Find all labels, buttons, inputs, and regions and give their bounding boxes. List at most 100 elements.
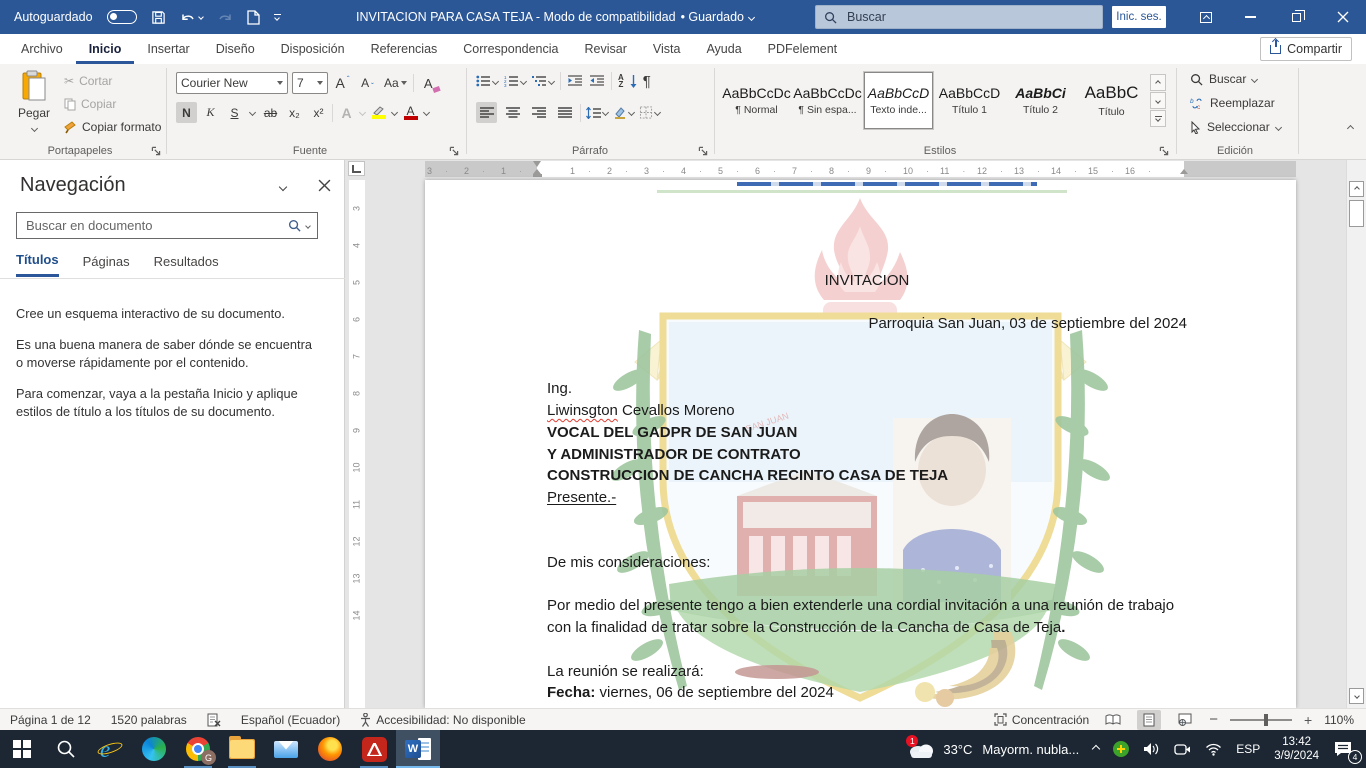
zoom-in-button[interactable]: +: [1304, 712, 1312, 728]
titlebar-search[interactable]: [815, 5, 1103, 29]
nav-tab-paginas[interactable]: Páginas: [83, 254, 130, 276]
title-chevron-icon[interactable]: [748, 13, 755, 20]
right-indent-marker[interactable]: [1180, 169, 1188, 174]
tab-insertar[interactable]: Insertar: [134, 34, 202, 64]
font-color-button[interactable]: A: [400, 102, 421, 123]
autosave-toggle[interactable]: [107, 10, 137, 24]
notification-center-button[interactable]: 4: [1326, 730, 1366, 768]
word-taskbar-button[interactable]: W: [396, 730, 440, 768]
vertical-scrollbar[interactable]: [1346, 160, 1366, 708]
underline-button[interactable]: S: [224, 102, 245, 123]
acrobat-button[interactable]: [352, 730, 396, 768]
borders-button[interactable]: [639, 106, 660, 119]
clear-formatting-button[interactable]: A: [418, 73, 439, 94]
format-painter-button[interactable]: Copiar formato: [64, 120, 161, 134]
nav-search-icon[interactable]: [288, 219, 301, 232]
focus-mode-button[interactable]: Concentración: [994, 713, 1089, 727]
align-center-button[interactable]: [502, 102, 523, 123]
vertical-ruler[interactable]: 34567891011121314: [349, 180, 365, 708]
zoom-out-button[interactable]: −: [1209, 711, 1218, 728]
horizontal-ruler[interactable]: 321 1234567891011121314151617: [425, 161, 1296, 177]
tray-volume-icon[interactable]: [1136, 730, 1167, 768]
style-normal[interactable]: AaBbCcDc¶ Normal: [722, 72, 791, 129]
word-count[interactable]: 1520 palabras: [111, 713, 187, 727]
close-button[interactable]: [1320, 0, 1366, 34]
style-titulo[interactable]: AaBbCTítulo: [1077, 72, 1146, 129]
change-case-button[interactable]: Aa: [382, 73, 409, 94]
tray-antivirus-icon[interactable]: [1106, 730, 1136, 768]
align-left-button[interactable]: [476, 102, 497, 123]
bullet-list-button[interactable]: [476, 75, 498, 87]
justify-button[interactable]: [554, 102, 575, 123]
styles-scroll-up[interactable]: [1150, 74, 1166, 91]
tab-vista[interactable]: Vista: [640, 34, 694, 64]
italic-button[interactable]: K: [200, 102, 221, 123]
decrease-indent-button[interactable]: [567, 75, 583, 87]
grow-font-button[interactable]: Aˆ: [332, 73, 353, 94]
paragraph-dialog-launcher[interactable]: [697, 145, 709, 157]
customize-qat-icon[interactable]: [274, 14, 281, 20]
edge-button[interactable]: [132, 730, 176, 768]
tab-archivo[interactable]: Archivo: [8, 34, 76, 64]
tray-show-hidden-icons[interactable]: [1086, 730, 1106, 768]
tray-meet-now-icon[interactable]: [1167, 730, 1198, 768]
nav-search-input[interactable]: [24, 217, 283, 234]
tab-diseno[interactable]: Diseño: [203, 34, 268, 64]
tab-disposicion[interactable]: Disposición: [268, 34, 358, 64]
start-button[interactable]: [0, 730, 44, 768]
styles-dialog-launcher[interactable]: [1158, 145, 1170, 157]
styles-scroll-down[interactable]: [1150, 92, 1166, 109]
tab-ayuda[interactable]: Ayuda: [693, 34, 754, 64]
tab-inicio[interactable]: Inicio: [76, 34, 135, 64]
shrink-font-button[interactable]: Aˇ: [357, 73, 378, 94]
search-input[interactable]: [845, 9, 1065, 25]
tab-correspondencia[interactable]: Correspondencia: [450, 34, 571, 64]
accessibility-status[interactable]: Accesibilidad: No disponible: [360, 713, 525, 727]
firefox-button[interactable]: [308, 730, 352, 768]
tab-revisar[interactable]: Revisar: [571, 34, 639, 64]
bold-button[interactable]: N: [176, 102, 197, 123]
save-icon[interactable]: [151, 10, 166, 25]
nav-search-box[interactable]: [16, 212, 318, 239]
line-spacing-button[interactable]: [586, 107, 608, 119]
select-button[interactable]: Seleccionar: [1190, 120, 1281, 134]
saved-state[interactable]: • Guardado: [681, 10, 744, 24]
zoom-level[interactable]: 110%: [1324, 713, 1354, 727]
highlight-button[interactable]: [368, 102, 389, 123]
style-titulo-2[interactable]: AaBbCiTítulo 2: [1006, 72, 1075, 129]
tab-referencias[interactable]: Referencias: [358, 34, 451, 64]
subscript-button[interactable]: x₂: [284, 102, 305, 123]
find-button[interactable]: Buscar: [1190, 72, 1257, 86]
tray-clock[interactable]: 13:423/9/2024: [1267, 730, 1326, 768]
undo-button[interactable]: [180, 10, 203, 24]
page-indicator[interactable]: Página 1 de 12: [10, 713, 91, 727]
file-explorer-button[interactable]: [220, 730, 264, 768]
sort-button[interactable]: AZ: [618, 74, 624, 88]
first-line-indent-marker[interactable]: [533, 161, 541, 167]
shading-button[interactable]: [613, 106, 634, 119]
nav-collapse-icon[interactable]: [279, 183, 287, 191]
strikethrough-button[interactable]: ab: [260, 102, 281, 123]
mail-button[interactable]: [264, 730, 308, 768]
nav-search-options-icon[interactable]: [305, 223, 311, 229]
restore-button[interactable]: [1274, 0, 1318, 34]
paste-button[interactable]: Pegar: [8, 70, 60, 134]
scroll-up-button[interactable]: [1349, 181, 1364, 197]
nav-close-icon[interactable]: [318, 179, 331, 192]
read-mode-button[interactable]: [1101, 710, 1125, 730]
nav-tab-titulos[interactable]: Títulos: [16, 252, 59, 277]
language-indicator[interactable]: Español (Ecuador): [241, 713, 340, 727]
style-titulo-1[interactable]: AaBbCcDTítulo 1: [935, 72, 1004, 129]
tab-pdfelement[interactable]: PDFelement: [755, 34, 850, 64]
tray-wifi-icon[interactable]: [1198, 730, 1229, 768]
numbered-list-button[interactable]: 123: [504, 75, 526, 87]
web-layout-button[interactable]: [1173, 710, 1197, 730]
style-texto-independiente[interactable]: AaBbCcDTexto inde...: [864, 72, 933, 129]
multilevel-list-button[interactable]: [532, 75, 554, 87]
document-page[interactable]: FEBRERO DE 1940 7 SAN JUAN: [425, 180, 1296, 708]
tray-language[interactable]: ESP: [1229, 730, 1267, 768]
taskbar-search-button[interactable]: [44, 730, 88, 768]
tab-selector[interactable]: [348, 161, 365, 176]
zoom-slider-thumb[interactable]: [1264, 714, 1268, 726]
ribbon-display-options-button[interactable]: [1184, 0, 1228, 34]
